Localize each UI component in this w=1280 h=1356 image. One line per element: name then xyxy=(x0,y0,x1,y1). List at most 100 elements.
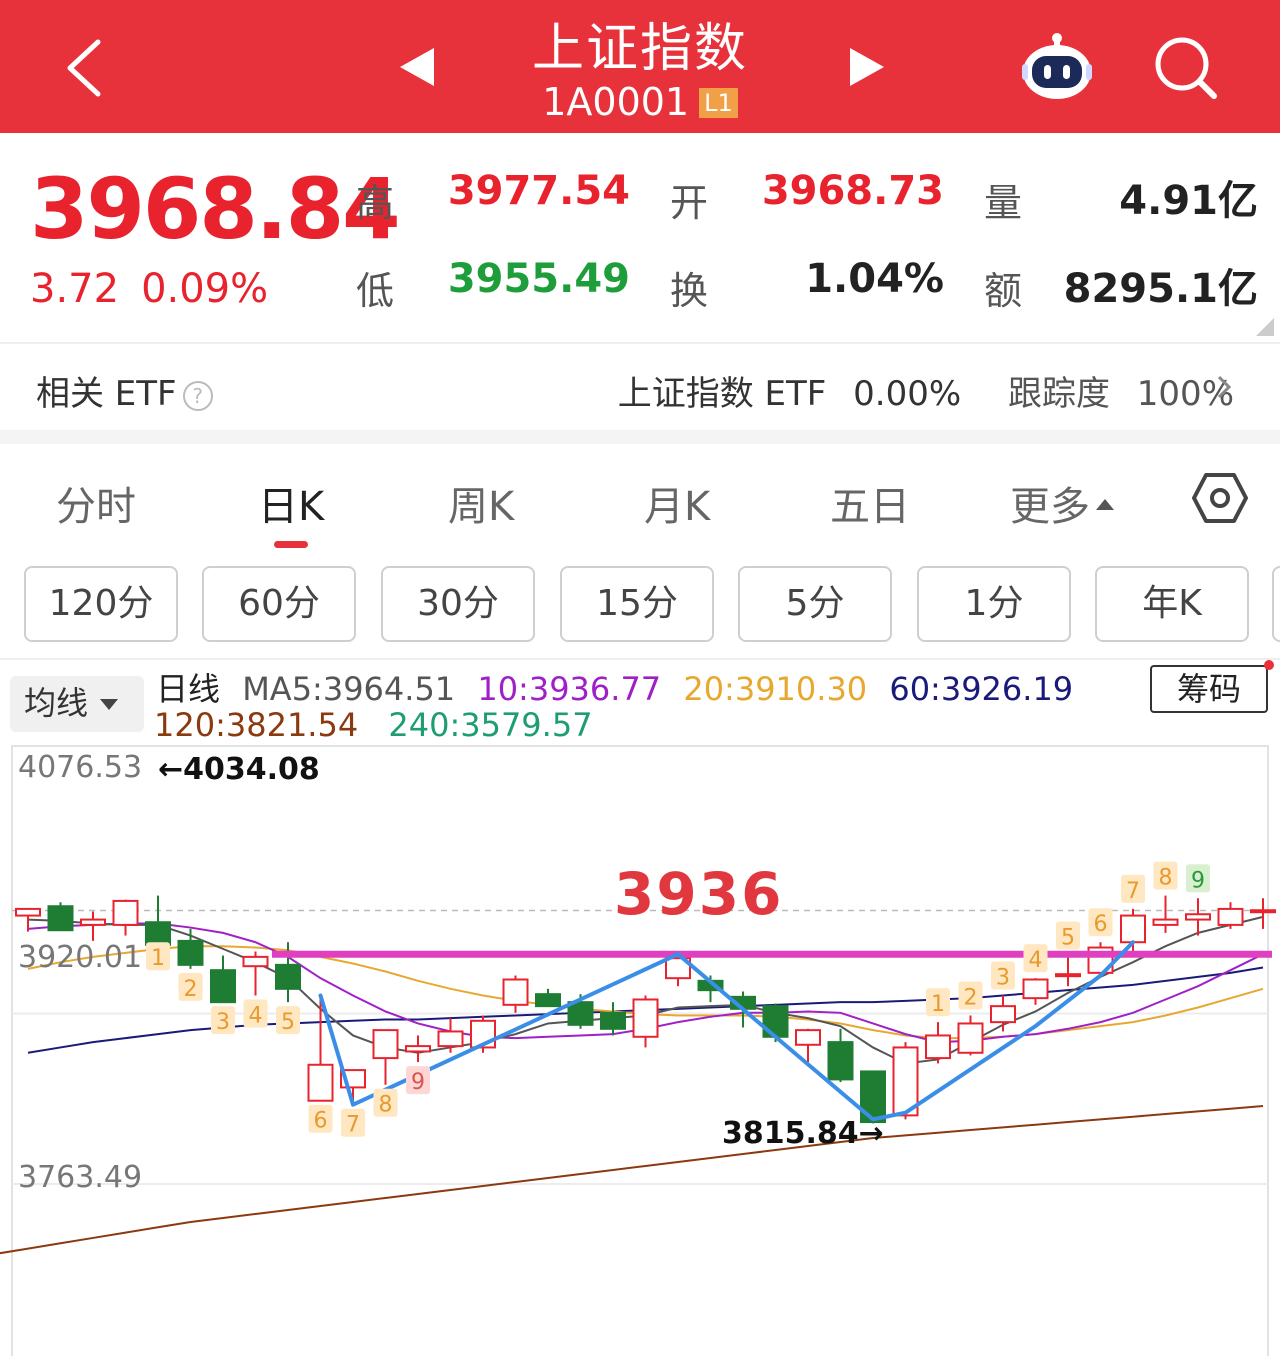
candle-body xyxy=(242,955,269,968)
count-label: 8 xyxy=(1159,866,1173,891)
stock-code: 1A0001 L1 xyxy=(440,80,840,124)
ma60-value: 60:3926.19 xyxy=(889,670,1074,708)
high-value: 3977.54 xyxy=(447,168,630,214)
candle-body xyxy=(502,978,529,1006)
amount-value: 8295.1亿 xyxy=(1063,266,1258,312)
ma-legend-row-1: 日线 MA5:3964.51 10:3936.77 20:3910.30 60:… xyxy=(156,664,1073,710)
candle-body xyxy=(535,993,561,1008)
ma120-value: 120:3821.54 xyxy=(154,706,359,744)
period-1min[interactable]: 1分 xyxy=(917,566,1071,642)
etf-summary[interactable]: 上证指数 ETF 0.00% 跟踪度 100% xyxy=(618,366,1234,415)
count-label: 4 xyxy=(249,1003,263,1028)
search-icon[interactable] xyxy=(1150,36,1220,100)
price-change: 3.72 0.09% xyxy=(30,266,268,312)
previous-stock-icon[interactable] xyxy=(400,48,434,86)
candle-body xyxy=(827,1041,854,1081)
period-5min[interactable]: 5分 xyxy=(738,566,892,642)
tab-more[interactable]: 更多 xyxy=(1010,474,1114,532)
page-title: 上证指数 xyxy=(531,19,748,79)
count-label: 3 xyxy=(996,965,1010,990)
chip-distribution-button[interactable]: 筹码 xyxy=(1150,665,1268,713)
back-arrow-icon[interactable] xyxy=(62,38,110,98)
period-120min[interactable]: 120分 xyxy=(24,566,178,642)
period-overflow[interactable] xyxy=(1272,566,1280,642)
ma10-value: 10:3936.77 xyxy=(477,670,662,708)
candle-body xyxy=(307,1063,334,1102)
tab-monthly-k[interactable]: 月K xyxy=(644,474,710,532)
section-gap xyxy=(0,430,1280,444)
candle-body xyxy=(1250,909,1276,914)
count-label: 2 xyxy=(184,977,198,1002)
count-label: 2 xyxy=(964,985,978,1010)
turnover-value: 1.04% xyxy=(805,256,944,302)
ma120-line xyxy=(0,1105,1264,1255)
turnover-label: 换 xyxy=(670,269,709,313)
period-30min[interactable]: 30分 xyxy=(381,566,535,642)
tab-daily-k[interactable]: 日K xyxy=(258,474,324,532)
count-label: 9 xyxy=(1191,868,1205,893)
candle-body xyxy=(567,1001,594,1026)
etf-name: 上证指数 ETF xyxy=(617,374,827,414)
ma20-value: 20:3910.30 xyxy=(683,670,868,708)
candle-body xyxy=(210,969,236,1004)
expand-corner-icon[interactable] xyxy=(1256,318,1274,336)
related-etf[interactable]: 相关 ETF? xyxy=(36,366,213,415)
amount-label: 额 xyxy=(984,269,1023,313)
count-label: 5 xyxy=(281,1010,295,1035)
count-label: 6 xyxy=(314,1109,328,1134)
candle-body xyxy=(47,905,74,932)
y-axis-label-bottom: 3763.49 xyxy=(18,1160,143,1195)
candle-body xyxy=(795,1029,821,1046)
active-tab-indicator xyxy=(274,541,308,548)
tracking-label: 跟踪度 xyxy=(1007,374,1110,414)
settings-icon[interactable] xyxy=(1192,472,1248,524)
count-label: 8 xyxy=(379,1093,393,1118)
volume-label: 量 xyxy=(984,181,1023,225)
tab-weekly-k[interactable]: 周K xyxy=(448,474,514,532)
low-value: 3955.49 xyxy=(447,256,630,302)
help-icon[interactable]: ? xyxy=(182,381,213,411)
candle-body xyxy=(275,963,301,990)
tab-intraday[interactable]: 分时 xyxy=(56,474,136,532)
last-price: 3968.84 xyxy=(30,160,401,258)
ma-legend-row-2: 120:3821.54 240:3579.57 xyxy=(154,706,593,744)
period-yearly-k[interactable]: 年K xyxy=(1095,566,1249,642)
change-percent: 0.09% xyxy=(141,266,269,312)
chevron-right-icon[interactable] xyxy=(1216,374,1232,400)
period-60min[interactable]: 60分 xyxy=(202,566,356,642)
count-label: 7 xyxy=(346,1113,360,1138)
period-15min[interactable]: 15分 xyxy=(560,566,714,642)
count-label: 9 xyxy=(411,1070,425,1095)
change-value: 3.72 xyxy=(30,266,120,312)
level-badge: L1 xyxy=(699,88,738,118)
level-label: 3936 xyxy=(614,860,784,928)
related-etf-label: 相关 ETF xyxy=(36,374,177,414)
count-label: 3 xyxy=(216,1010,230,1035)
candle-body xyxy=(925,1034,951,1060)
count-label: 1 xyxy=(151,946,165,971)
count-label: 4 xyxy=(1029,948,1043,973)
tab-more-label: 更多 xyxy=(1010,484,1090,530)
divider xyxy=(0,658,1280,660)
candle-body xyxy=(15,907,41,917)
chart-frame xyxy=(11,745,1269,1356)
ma-selector-label: 均线 xyxy=(24,684,89,722)
next-stock-icon[interactable] xyxy=(850,48,884,86)
divider xyxy=(0,342,1280,344)
tab-five-day[interactable]: 五日 xyxy=(830,474,910,532)
robot-assistant-icon[interactable] xyxy=(1018,30,1096,102)
ma-prefix: 日线 xyxy=(156,670,221,708)
candle-body xyxy=(177,939,204,966)
kline-chart[interactable]: 123456789123456789 4076.53 3920.01 3763.… xyxy=(0,744,1280,1356)
candle-body xyxy=(1152,918,1179,926)
kline-chart-svg: 123 4 56 7891 2345678 9 xyxy=(0,745,1276,1356)
candle-body xyxy=(1217,907,1244,926)
candle-body xyxy=(145,921,171,946)
open-value: 3968.73 xyxy=(761,168,944,214)
candle-body xyxy=(1022,978,1049,1000)
ma-selector-button[interactable]: 均线 xyxy=(10,676,144,732)
ma240-value: 240:3579.57 xyxy=(388,706,593,744)
stock-code-text: 1A0001 xyxy=(542,80,690,124)
count-label: 6 xyxy=(1094,912,1108,937)
min-price-annotation: 3815.84→ xyxy=(722,1116,884,1151)
